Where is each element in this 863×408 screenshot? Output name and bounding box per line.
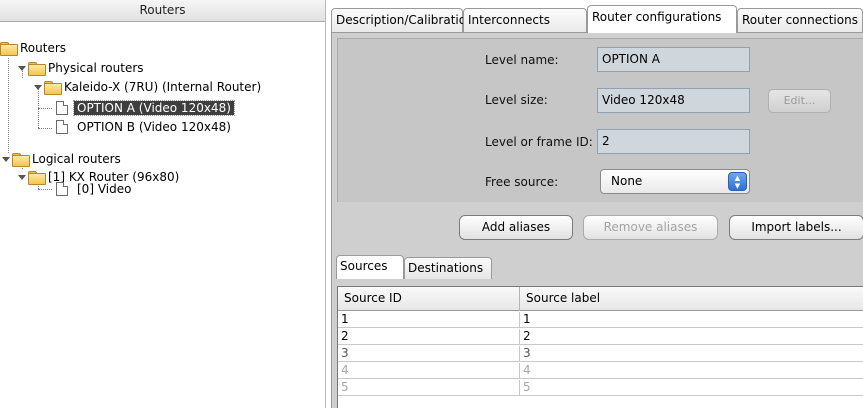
level-frame-id-label: Level or frame ID: bbox=[485, 135, 593, 149]
tree-node-label: Kaleido-X (7RU) (Internal Router) bbox=[64, 80, 262, 94]
router-tree-panel: Routers Routers Physical routers Kaleido… bbox=[0, 0, 326, 408]
add-aliases-button[interactable]: Add aliases bbox=[459, 215, 573, 240]
source-label-cell[interactable]: 5 bbox=[520, 380, 863, 396]
router-configurations-pane: Level name: OPTION A Level size: Video 1… bbox=[331, 32, 863, 408]
tree-connector bbox=[38, 128, 52, 129]
tree-node-logical-routers[interactable]: Logical routers bbox=[1, 150, 121, 168]
tree-node-label: OPTION B (Video 120x48) bbox=[77, 120, 231, 134]
folder-icon bbox=[28, 62, 46, 76]
tree-node-label: OPTION A (Video 120x48) bbox=[73, 100, 235, 116]
table-header: Source ID Source label bbox=[338, 287, 863, 311]
tab-router-connections[interactable]: Router connections bbox=[737, 8, 863, 33]
source-id-cell: 5 bbox=[338, 380, 520, 396]
table-row[interactable]: 2 2 bbox=[338, 329, 863, 345]
folder-icon bbox=[12, 153, 30, 167]
tree-node-kaleido[interactable]: Kaleido-X (7RU) (Internal Router) bbox=[33, 78, 261, 96]
tree-node-video[interactable]: [0] Video bbox=[56, 180, 134, 198]
source-id-cell: 3 bbox=[338, 346, 520, 362]
main-tabs: Description/Calibrations Interconnects R… bbox=[331, 5, 863, 33]
edit-level-size-button[interactable]: Edit... bbox=[768, 89, 831, 113]
tree-node-option-a[interactable]: OPTION A (Video 120x48) bbox=[56, 99, 235, 117]
tab-sources[interactable]: Sources bbox=[336, 255, 404, 279]
source-label-cell[interactable]: 4 bbox=[520, 363, 863, 379]
tree-connector bbox=[38, 189, 52, 190]
source-label-cell[interactable]: 3 bbox=[520, 346, 863, 362]
router-tree: Routers Physical routers Kaleido-X (7RU)… bbox=[0, 22, 325, 408]
level-name-field[interactable]: OPTION A bbox=[597, 47, 750, 72]
source-label-cell[interactable]: 2 bbox=[520, 329, 863, 345]
folder-icon bbox=[28, 171, 46, 185]
expand-toggle-icon[interactable] bbox=[1, 155, 10, 164]
level-frame-id-field[interactable]: 2 bbox=[597, 129, 750, 154]
tree-node-physical-routers[interactable]: Physical routers bbox=[17, 59, 144, 77]
document-icon bbox=[56, 120, 68, 134]
tree-connector bbox=[38, 108, 52, 109]
document-icon bbox=[56, 101, 68, 115]
tree-node-option-b[interactable]: OPTION B (Video 120x48) bbox=[56, 118, 234, 136]
source-label-cell[interactable]: 1 bbox=[520, 312, 863, 328]
sources-table: Source ID Source label 1 1 2 2 3 3 4 4 5… bbox=[337, 286, 863, 408]
tree-node-label: Routers bbox=[20, 41, 67, 55]
folder-icon bbox=[44, 81, 62, 95]
router-details-panel: Description/Calibrations Interconnects R… bbox=[331, 0, 863, 408]
column-header-source-id[interactable]: Source ID bbox=[338, 287, 520, 311]
level-size-field: Video 120x48 bbox=[597, 88, 750, 113]
table-row[interactable]: 5 5 bbox=[338, 380, 863, 396]
level-settings: Level name: OPTION A Level size: Video 1… bbox=[337, 38, 863, 202]
expand-toggle-icon[interactable] bbox=[17, 173, 26, 182]
tree-header: Routers bbox=[0, 0, 325, 22]
folder-icon bbox=[0, 42, 18, 56]
tree-node-label: [0] Video bbox=[77, 182, 132, 196]
select-arrows-icon: ▲ ▼ bbox=[728, 172, 747, 191]
source-id-cell: 4 bbox=[338, 363, 520, 379]
level-size-label: Level size: bbox=[485, 93, 548, 107]
free-source-select[interactable]: None ▲ ▼ bbox=[600, 169, 750, 194]
tree-node-routers[interactable]: Routers bbox=[0, 39, 66, 57]
document-icon bbox=[56, 182, 68, 196]
import-labels-button[interactable]: Import labels... bbox=[729, 215, 863, 240]
table-row[interactable]: 3 3 bbox=[338, 346, 863, 362]
table-row[interactable]: 4 4 bbox=[338, 363, 863, 379]
tab-router-configurations[interactable]: Router configurations bbox=[587, 5, 737, 33]
free-source-label: Free source: bbox=[485, 175, 559, 189]
remove-aliases-button[interactable]: Remove aliases bbox=[583, 215, 718, 240]
tab-interconnects[interactable]: Interconnects bbox=[463, 8, 587, 33]
tree-node-label: Logical routers bbox=[32, 152, 121, 166]
tab-description-calibrations[interactable]: Description/Calibrations bbox=[331, 8, 480, 33]
source-id-cell: 1 bbox=[338, 312, 520, 328]
free-source-value: None bbox=[611, 174, 643, 188]
level-name-label: Level name: bbox=[485, 53, 559, 67]
tab-destinations[interactable]: Destinations bbox=[404, 257, 492, 279]
table-row[interactable]: 1 1 bbox=[338, 312, 863, 328]
source-id-cell: 2 bbox=[338, 329, 520, 345]
expand-toggle-icon[interactable] bbox=[33, 83, 42, 92]
tree-node-label: Physical routers bbox=[48, 61, 144, 75]
expand-toggle-icon[interactable] bbox=[17, 64, 26, 73]
column-header-source-label[interactable]: Source label bbox=[520, 287, 863, 311]
tree-connector bbox=[8, 58, 9, 153]
source-destination-tabs: Sources Destinations bbox=[332, 255, 863, 279]
